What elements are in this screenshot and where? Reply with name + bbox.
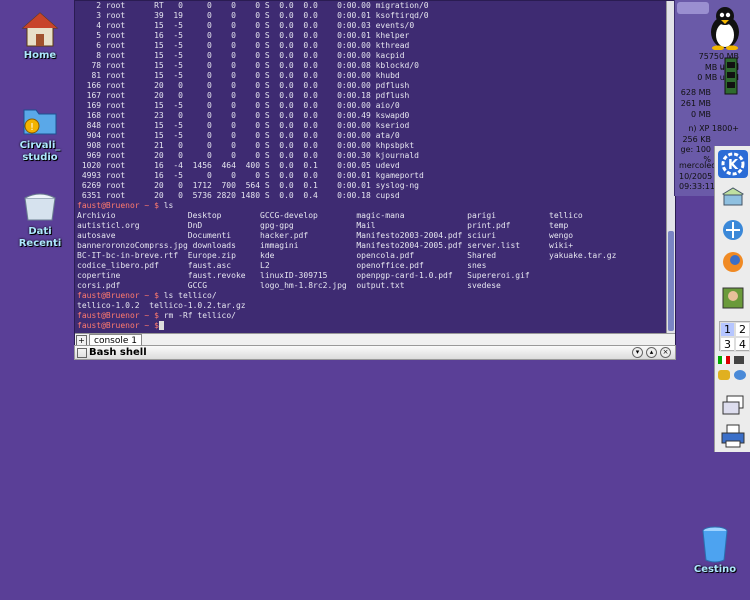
browser-button[interactable]	[718, 248, 748, 276]
shell-prompt: faust@Bruenor ~ $	[77, 311, 159, 320]
top-line: 167 root 20 0 0 0 0 S 0.0 0.0 0:00.18 pd…	[77, 91, 410, 100]
sysmon-line: mercoledì	[679, 161, 719, 170]
top-line: 6 root 15 -5 0 0 0 S 0.0 0.0 0:00.00 kth…	[77, 41, 410, 50]
close-button[interactable]: ×	[660, 347, 671, 358]
window-menu-icon[interactable]	[77, 348, 87, 358]
pager-desktop-3[interactable]: 3	[720, 337, 735, 352]
desktop-icon-label: Cestino	[693, 564, 737, 575]
svg-text:K: K	[728, 158, 739, 173]
home-icon	[20, 10, 60, 50]
pager-desktop-4[interactable]: 4	[735, 337, 750, 352]
ls-line: tellico-1.0.2 tellico-1.0.2.tar.gz	[77, 301, 246, 310]
desktop-icon-cirvali[interactable]: ! Cirvali_ studio	[8, 100, 72, 164]
scrollbar-thumb[interactable]	[668, 231, 674, 331]
sysmon-line: 09:33:11	[679, 182, 715, 191]
top-line: 1020 root 16 -4 1456 464 400 S 0.0 0.1 0…	[77, 161, 400, 170]
desktop-icon	[722, 187, 744, 206]
ls-line: corsi.pdf GCCG logo_hm-1.8rc2.jpg output…	[77, 281, 501, 290]
shell-command: ls	[158, 201, 174, 210]
sysmon-line: 0 MB	[690, 110, 711, 119]
top-line: 81 root 15 -5 0 0 0 S 0.0 0.0 0:00.00 kh…	[77, 71, 400, 80]
photo-icon	[722, 287, 744, 309]
kde-gear-icon: K	[721, 152, 745, 176]
network-icon	[723, 220, 743, 240]
network-button[interactable]	[718, 216, 748, 244]
virtual-desktop-pager[interactable]: 1 2 3 4	[719, 321, 750, 352]
desktop-icon-trash[interactable]: Cestino	[683, 524, 747, 576]
shell-prompt: faust@Bruenor ~ $	[77, 321, 159, 330]
top-line: 2 root RT 0 0 0 0 S 0.0 0.0 0:00.00 migr…	[77, 1, 429, 10]
trash-icon	[695, 524, 735, 564]
windows-icon	[722, 395, 744, 415]
top-line: 3 root 39 19 0 0 0 S 0.0 0.0 0:00.01 kso…	[77, 11, 429, 20]
printer-button[interactable]	[718, 422, 748, 450]
sysmon-line: n) XP 1800+	[688, 124, 739, 133]
top-line: 8 root 15 -5 0 0 0 S 0.0 0.0 0:00.00 kac…	[77, 51, 405, 60]
svg-text:!: !	[30, 122, 34, 133]
sysmon-line: 10/2005	[679, 172, 713, 181]
pager-desktop-1[interactable]: 1	[720, 322, 735, 337]
kde-panel: K 1 2 3 4	[714, 146, 750, 452]
desktop: { "desktop_icons": { "home": "Home", "ci…	[0, 0, 750, 600]
top-line: 168 root 23 0 0 0 0 S 0.0 0.0 0:00.49 ks…	[77, 111, 410, 120]
top-line: 5 root 16 -5 0 0 0 S 0.0 0.0 0:00.01 khe…	[77, 31, 410, 40]
minimize-button[interactable]: ▾	[632, 347, 643, 358]
ls-line: Archivio Desktop GCCG-develop magic-mana…	[77, 211, 583, 220]
printer-icon	[721, 424, 745, 448]
ls-line: BC-IT-bc-in-breve.rtf Europe.zip kde ope…	[77, 251, 617, 260]
system-tray	[718, 356, 748, 392]
desktop-icon-label: Dati Recenti	[18, 226, 62, 249]
tux-icon	[711, 7, 739, 50]
top-line: 908 root 21 0 0 0 0 S 0.0 0.0 0:00.00 kh…	[77, 141, 415, 150]
ls-line: autisticl.org DnD gpg-gpg Mail print.pdf…	[77, 221, 569, 230]
folder-icon: !	[20, 100, 60, 140]
top-line: 4 root 15 -5 0 0 0 S 0.0 0.0 0:00.03 eve…	[77, 21, 415, 30]
memory-icon	[724, 57, 738, 95]
ls-line: autosave Documenti hacker.pdf Manifesto2…	[77, 231, 574, 240]
photo-button[interactable]	[718, 284, 748, 312]
cursor	[158, 321, 164, 330]
shell-command: ls tellico/	[158, 291, 217, 300]
top-line: 6351 root 20 0 5736 2820 1480 S 0.0 0.4 …	[77, 191, 400, 200]
desktop-icon-label: Cirvali_ studio	[19, 140, 61, 163]
folder-icon	[20, 186, 60, 226]
desktop-button[interactable]	[718, 184, 748, 212]
ls-line: copertine faust.revoke linuxID-309715 op…	[77, 271, 530, 280]
top-line: 848 root 15 -5 0 0 0 S 0.0 0.0 0:00.00 k…	[77, 121, 410, 130]
top-line: 904 root 15 -5 0 0 0 S 0.0 0.0 0:00.00 a…	[77, 131, 400, 140]
maximize-button[interactable]: ▴	[646, 347, 657, 358]
desktop-icon-home[interactable]: Home	[8, 10, 72, 62]
language-flag-icon[interactable]	[718, 356, 730, 364]
tray-icon[interactable]	[734, 356, 744, 364]
ls-line: codice_libero.pdf faust.asc L2 openoffic…	[77, 261, 487, 270]
ls-line: banneroronzoComprss.jpg downloads immagi…	[77, 241, 574, 250]
kde-menu-button[interactable]: K	[718, 150, 748, 178]
terminal-window[interactable]: 2 root RT 0 0 0 0 S 0.0 0.0 0:00.00 migr…	[74, 0, 676, 347]
sysmon-line: 628 MB	[680, 88, 711, 97]
sysmon-line: 261 MB	[680, 99, 711, 108]
shell-prompt: faust@Bruenor ~ $	[77, 291, 159, 300]
shell-prompt: faust@Bruenor ~ $	[77, 201, 159, 210]
clipboard-icon[interactable]	[718, 370, 730, 380]
top-line: 78 root 15 -5 0 0 0 S 0.0 0.0 0:00.08 kb…	[77, 61, 419, 70]
firefox-icon	[723, 252, 743, 272]
top-line: 969 root 20 0 0 0 0 S 0.0 0.0 0:00.30 kj…	[77, 151, 419, 160]
window-list-button[interactable]	[718, 392, 748, 420]
top-line: 166 root 20 0 0 0 0 S 0.0 0.0 0:00.00 pd…	[77, 81, 410, 90]
desktop-icon-label: Home	[23, 50, 57, 61]
window-title: Bash shell	[89, 347, 147, 358]
desktop-icon-dati[interactable]: Dati Recenti	[8, 186, 72, 250]
top-line: 4993 root 16 -5 0 0 0 S 0.0 0.0 0:00.01 …	[77, 171, 424, 180]
terminal-output[interactable]: 2 root RT 0 0 0 0 S 0.0 0.0 0:00.00 migr…	[77, 1, 665, 334]
pager-desktop-2[interactable]: 2	[735, 322, 750, 337]
top-line: 169 root 15 -5 0 0 0 S 0.0 0.0 0:00.00 a…	[77, 101, 400, 110]
sysmon-line: 256 KB	[682, 135, 711, 144]
top-line: 6269 root 20 0 1712 700 564 S 0.0 0.1 0:…	[77, 181, 419, 190]
shell-command: rm -Rf tellico/	[158, 311, 236, 320]
network-tray-icon[interactable]	[734, 370, 746, 380]
terminal-titlebar[interactable]: Bash shell ▾ ▴ ×	[74, 345, 676, 360]
